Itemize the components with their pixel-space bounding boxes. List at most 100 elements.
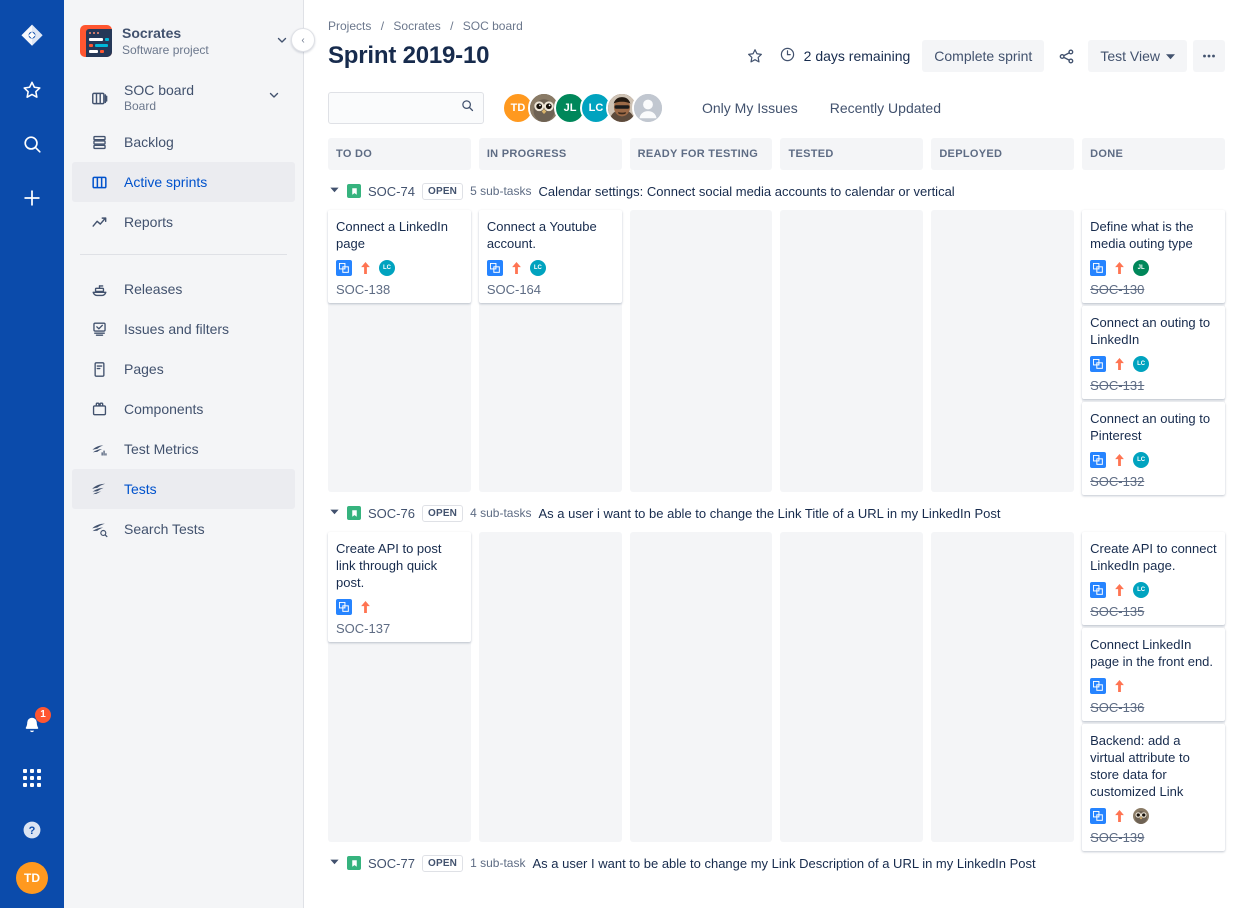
star-icon[interactable] bbox=[12, 70, 52, 110]
star-board-icon[interactable] bbox=[739, 40, 771, 72]
search-icon[interactable] bbox=[12, 124, 52, 164]
board-cell[interactable] bbox=[478, 532, 622, 842]
board-cell[interactable] bbox=[931, 210, 1075, 492]
column-header-done[interactable]: DONE bbox=[1082, 138, 1225, 170]
board-column-headers: TO DO IN PROGRESS READY FOR TESTING TEST… bbox=[328, 138, 1225, 170]
sidebar-item-reports[interactable]: Reports bbox=[72, 202, 295, 242]
issue-card[interactable]: Connect an outing to Pinterest LC SOC-132 bbox=[1082, 402, 1225, 495]
board-cell[interactable] bbox=[931, 532, 1075, 842]
board-cell[interactable] bbox=[629, 210, 773, 492]
issue-card-key[interactable]: SOC-131 bbox=[1090, 378, 1217, 393]
swimlane-issue-key[interactable]: SOC-77 bbox=[368, 856, 415, 871]
assignee-avatar[interactable]: JL bbox=[1133, 260, 1150, 276]
column-header-todo[interactable]: TO DO bbox=[328, 138, 471, 170]
board-cell[interactable] bbox=[629, 532, 773, 842]
more-actions-button[interactable] bbox=[1193, 40, 1225, 72]
avatar-default[interactable] bbox=[632, 92, 664, 124]
filter-recently-updated[interactable]: Recently Updated bbox=[820, 92, 951, 124]
sidebar-item-test-metrics[interactable]: Test Metrics bbox=[72, 429, 295, 469]
board-chevron-down-icon[interactable] bbox=[267, 88, 283, 108]
sidebar-item-active-sprints[interactable]: Active sprints bbox=[72, 162, 295, 202]
issue-card[interactable]: Create API to connect LinkedIn page. LC SO… bbox=[1082, 532, 1225, 625]
board-cell[interactable] bbox=[780, 532, 924, 842]
issue-card-key[interactable]: SOC-130 bbox=[1090, 282, 1217, 297]
board-cell[interactable]: Define what is the media outing type JL SO… bbox=[1082, 210, 1225, 495]
swimlane-header[interactable]: SOC-74 OPEN 5 sub-tasks Calendar settings: … bbox=[328, 178, 1225, 204]
chevron-down-icon[interactable] bbox=[328, 506, 340, 520]
issue-card[interactable]: Connect a Youtube account. LC SOC-164 bbox=[478, 210, 622, 303]
help-icon[interactable]: ? bbox=[12, 810, 52, 850]
complete-sprint-button[interactable]: Complete sprint bbox=[922, 40, 1045, 72]
view-selector-button[interactable]: Test View bbox=[1088, 40, 1187, 72]
issue-card-key[interactable]: SOC-135 bbox=[1090, 604, 1217, 619]
breadcrumb-socrates[interactable]: Socrates bbox=[393, 19, 440, 33]
search-box[interactable] bbox=[328, 92, 484, 124]
swimlane-header[interactable]: SOC-77 OPEN 1 sub-task As a user I want to … bbox=[328, 850, 1225, 876]
swimlane-header[interactable]: SOC-76 OPEN 4 sub-tasks As a user i want to… bbox=[328, 500, 1225, 526]
sidebar-item-issues-and-filters[interactable]: Issues and filters bbox=[72, 309, 295, 349]
board-filters: Only My Issues Recently Updated bbox=[692, 92, 951, 124]
breadcrumb-projects[interactable]: Projects bbox=[328, 19, 371, 33]
board-cell[interactable]: Create API to post link through quick po… bbox=[328, 532, 471, 842]
issue-card-key[interactable]: SOC-136 bbox=[1090, 700, 1217, 715]
sidebar-item-components[interactable]: Components bbox=[72, 389, 295, 429]
issue-card[interactable]: Define what is the media outing type JL SO… bbox=[1082, 210, 1225, 303]
issue-card-title: Connect LinkedIn page in the front end. bbox=[1090, 637, 1214, 669]
assignee-avatar[interactable]: LC bbox=[1133, 356, 1150, 372]
assignee-avatar[interactable]: LC bbox=[529, 260, 546, 276]
swimlane-issue-key[interactable]: SOC-76 bbox=[368, 506, 415, 521]
assignee-avatar[interactable]: LC bbox=[379, 260, 395, 276]
column-header-deployed[interactable]: DEPLOYED bbox=[931, 138, 1075, 170]
issue-card-key[interactable]: SOC-132 bbox=[1090, 474, 1217, 489]
current-user-avatar[interactable]: TD bbox=[16, 862, 48, 894]
search-icon[interactable] bbox=[460, 98, 475, 118]
board-cell[interactable] bbox=[780, 210, 924, 492]
issue-card[interactable]: Connect an outing to LinkedIn LC SOC-131 bbox=[1082, 306, 1225, 399]
share-icon[interactable] bbox=[1050, 40, 1082, 72]
app-switcher-icon[interactable] bbox=[12, 758, 52, 798]
search-input[interactable] bbox=[337, 99, 460, 117]
board-cell[interactable]: Connect a LinkedIn page LC SOC-138 bbox=[328, 210, 471, 492]
issue-card-key[interactable]: SOC-164 bbox=[487, 282, 614, 297]
filter-only-my-issues[interactable]: Only My Issues bbox=[692, 92, 808, 124]
sidebar-item-backlog[interactable]: Backlog bbox=[72, 122, 295, 162]
issue-card[interactable]: Connect LinkedIn page in the front end. S… bbox=[1082, 628, 1225, 721]
chevron-down-icon[interactable] bbox=[328, 856, 340, 870]
project-header[interactable]: Socrates Software project bbox=[64, 14, 303, 68]
rail-bottom-group: 1 ? TD bbox=[0, 706, 64, 894]
sidebar-item-releases[interactable]: Releases bbox=[72, 269, 295, 309]
assignee-avatar[interactable]: LC bbox=[1133, 452, 1150, 468]
issue-card[interactable]: Backend: add a virtual attribute to stor… bbox=[1082, 724, 1225, 851]
assignee-avatar[interactable] bbox=[1133, 808, 1150, 824]
subtask-type-icon bbox=[1090, 678, 1107, 694]
assignee-avatar[interactable]: LC bbox=[1133, 582, 1150, 598]
breadcrumb-soc-board[interactable]: SOC board bbox=[463, 19, 523, 33]
sidebar-item-tests[interactable]: Tests bbox=[72, 469, 295, 509]
sidebar-item-pages[interactable]: Pages bbox=[72, 349, 295, 389]
board-cell[interactable]: Connect a Youtube account. LC SOC-164 bbox=[478, 210, 622, 492]
collapse-sidebar-button[interactable]: ‹ bbox=[291, 28, 315, 52]
breadcrumb: Projects / Socrates / SOC board bbox=[328, 18, 1225, 34]
issue-card-key[interactable]: SOC-139 bbox=[1090, 830, 1217, 845]
column-header-tested[interactable]: TESTED bbox=[780, 138, 924, 170]
create-icon[interactable] bbox=[12, 178, 52, 218]
title-actions: 2 days remaining Complete sprint Test Vi… bbox=[739, 40, 1225, 72]
issue-card[interactable]: Connect a LinkedIn page LC SOC-138 bbox=[328, 210, 471, 303]
priority-high-icon bbox=[1114, 453, 1125, 467]
chevron-down-icon[interactable] bbox=[328, 184, 340, 198]
chevron-down-icon[interactable] bbox=[275, 33, 291, 50]
sidebar-item-soc-board[interactable]: SOC board Board bbox=[72, 74, 295, 122]
issue-card-key[interactable]: SOC-137 bbox=[336, 621, 463, 636]
column-header-ready-for-testing[interactable]: READY FOR TESTING bbox=[629, 138, 773, 170]
subtask-type-icon bbox=[336, 260, 352, 276]
issue-card-key[interactable]: SOC-138 bbox=[336, 282, 463, 297]
swimlane-issue-key[interactable]: SOC-74 bbox=[368, 184, 415, 199]
column-header-in-progress[interactable]: IN PROGRESS bbox=[478, 138, 622, 170]
test-metrics-icon bbox=[88, 440, 110, 459]
jira-logo-icon[interactable] bbox=[12, 16, 52, 56]
notifications-button[interactable]: 1 bbox=[12, 706, 52, 746]
board-cell[interactable]: Create API to connect LinkedIn page. LC SO… bbox=[1082, 532, 1225, 851]
sidebar-item-search-tests[interactable]: Search Tests bbox=[72, 509, 295, 549]
sidebar-item-label: Releases bbox=[124, 280, 183, 297]
issue-card[interactable]: Create API to post link through quick po… bbox=[328, 532, 471, 642]
